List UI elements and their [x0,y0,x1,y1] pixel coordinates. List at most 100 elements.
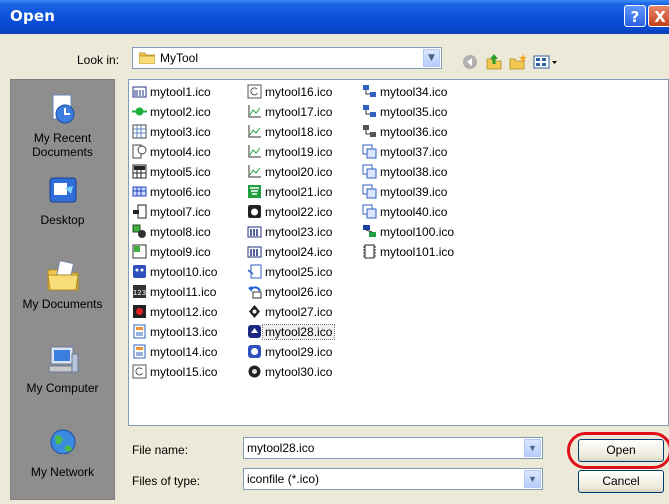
my-computer-icon [48,346,78,373]
window-title: Open [10,7,56,25]
arrow-document-icon [247,264,262,279]
file-item[interactable]: mytool20.ico [247,164,334,180]
window-stack-icon [362,164,377,179]
place-my-network[interactable]: My Network [11,426,114,479]
file-item[interactable]: mytool100.ico [362,224,456,240]
file-item[interactable]: mytool4.ico [132,144,213,160]
refresh-window-icon [247,84,262,99]
view-menu-icon[interactable] [532,52,560,72]
file-name: mytool11.ico [150,285,217,299]
chevron-down-icon[interactable]: ▼ [524,439,541,457]
file-item[interactable]: mytool26.ico [247,284,334,300]
file-item[interactable]: mytool15.ico [132,364,219,380]
back-icon[interactable] [460,52,480,72]
file-item[interactable]: mytool36.ico [362,124,449,140]
network-tree-icon [362,124,377,139]
title-bar[interactable]: Open ? X [0,0,669,34]
file-name: mytool100.ico [380,225,455,239]
file-item[interactable]: mytool40.ico [362,204,449,220]
file-item[interactable]: mytool24.ico [247,244,334,260]
file-name: mytool1.ico [150,85,211,99]
file-item[interactable]: 123 mytool11.ico [132,284,218,300]
file-item[interactable]: mytool39.ico [362,184,449,200]
file-name-input[interactable]: mytool28.ico ▼ [243,437,543,459]
file-item[interactable]: mytool19.ico [247,144,334,160]
file-name: mytool19.ico [265,145,333,159]
blue-grid-icon [132,184,147,199]
file-item[interactable]: mytool5.ico [132,164,213,180]
gear-grid-icon [132,224,147,239]
desktop-icon [49,177,76,203]
file-name: mytool26.ico [265,285,333,299]
file-item[interactable]: mytool27.ico [247,304,334,320]
file-item[interactable]: mytool16.ico [247,84,334,100]
file-item[interactable]: mytool9.ico [132,244,213,260]
file-item[interactable]: mytool3.ico [132,124,213,140]
number-block-icon: 123 [132,284,147,299]
file-item[interactable]: mytool35.ico [362,104,449,120]
up-folder-icon[interactable] [484,52,504,72]
chevron-down-icon[interactable]: ▼ [524,470,541,488]
file-item[interactable]: mytool6.ico [132,184,213,200]
svg-text:123: 123 [133,289,146,297]
file-item[interactable]: mytool17.ico [247,104,334,120]
file-name: mytool17.ico [265,105,333,119]
new-folder-icon[interactable] [508,52,528,72]
file-item[interactable]: mytool34.ico [362,84,449,100]
green-grid-icon [132,244,147,259]
form-icon [132,344,147,359]
my-documents-icon [46,260,79,291]
file-item[interactable]: mytool10.ico [132,264,219,280]
file-name: mytool10.ico [150,265,218,279]
place-my-computer[interactable]: My Computer [11,342,114,395]
file-item-selected[interactable]: mytool28.ico [247,324,336,340]
file-item[interactable]: mytool7.ico [132,204,213,220]
file-name: mytool15.ico [150,365,218,379]
cancel-button[interactable]: Cancel [578,470,664,493]
file-item[interactable]: mytool101.ico [362,244,456,260]
blue-bars-icon [247,224,262,239]
close-button[interactable]: X [648,5,669,27]
file-name: mytool21.ico [265,185,333,199]
file-item[interactable]: mytool12.ico [132,304,219,320]
file-item[interactable]: mytool18.ico [247,124,334,140]
network-tree-icon [362,84,377,99]
file-item[interactable]: mytool37.ico [362,144,449,160]
file-name: mytool29.ico [265,345,333,359]
file-item[interactable]: mytool21.ico [247,184,334,200]
place-my-recent-documents[interactable]: My Recent Documents [11,92,114,159]
file-item[interactable]: mytool14.ico [132,344,219,360]
place-desktop[interactable]: Desktop [11,174,114,227]
my-network-icon [50,429,75,457]
file-item[interactable]: mytool8.ico [132,224,213,240]
files-of-type-label: Files of type: [132,474,201,488]
file-name: mytool27.ico [265,305,333,319]
file-item[interactable]: mytool13.ico [132,324,219,340]
chip-grid-icon [362,244,377,259]
chevron-down-icon[interactable]: ▼ [423,49,440,67]
file-name: mytool7.ico [150,205,211,219]
highlight-circle [567,432,669,469]
place-my-documents[interactable]: My Documents [11,258,114,311]
line-chart-icon [247,144,262,159]
window-stack-icon [362,184,377,199]
file-item[interactable]: mytool30.ico [247,364,334,380]
record-icon [132,304,147,319]
clock-document-icon [132,144,147,159]
window-stack-icon [362,204,377,219]
file-item[interactable]: mytool23.ico [247,224,334,240]
file-item[interactable]: mytool2.ico [132,104,213,120]
file-item[interactable]: mytool22.ico [247,204,334,220]
file-item[interactable]: mytool38.ico [362,164,449,180]
file-list[interactable]: mytool1.ico mytool2.ico mytool3.ico myto… [128,79,669,426]
file-name: mytool101.ico [380,245,455,259]
help-button[interactable]: ? [624,5,646,27]
look-in-dropdown[interactable]: MyTool ▼ [132,47,442,69]
file-item[interactable]: mytool29.ico [247,344,334,360]
window-stack-icon [362,144,377,159]
filter-icon [247,184,262,199]
file-item[interactable]: mytool1.ico [132,84,213,100]
file-item[interactable]: mytool25.ico [247,264,334,280]
place-label-line2: Documents [32,145,93,159]
files-of-type-dropdown[interactable]: iconfile (*.ico) ▼ [243,468,543,490]
